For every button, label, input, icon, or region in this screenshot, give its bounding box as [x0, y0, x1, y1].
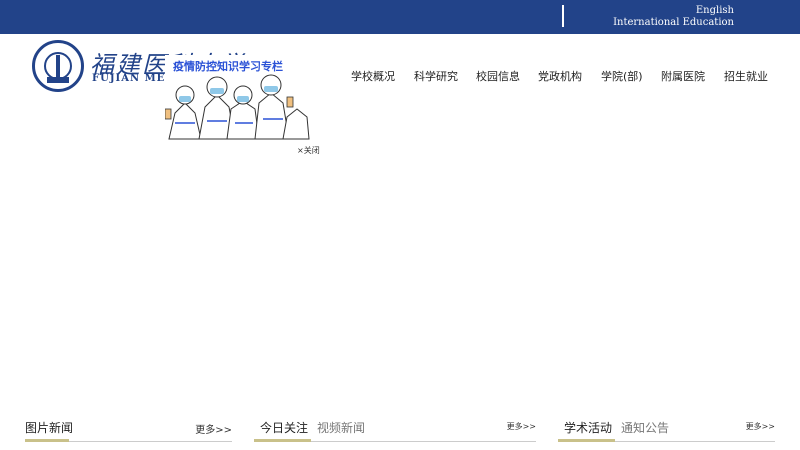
medical-workers-illustration — [165, 74, 310, 140]
section-photo-news: 图片新闻 更多>> — [25, 418, 232, 442]
active-tab-indicator — [558, 439, 615, 442]
section-academic-activities: 学术活动 通知公告 更多>> — [558, 418, 775, 442]
section-today-focus: 今日关注 视频新闻 更多>> — [254, 418, 536, 442]
university-name-en[interactable]: FUJIAN ME — [92, 73, 165, 84]
more-link[interactable]: 更多>> — [195, 421, 232, 436]
top-bar: English International Education — [0, 0, 800, 34]
nav-item-hospitals[interactable]: 附属医院 — [661, 68, 705, 84]
tab-today-focus[interactable]: 今日关注 — [260, 419, 308, 436]
tab-video-news[interactable]: 视频新闻 — [317, 419, 365, 436]
more-link[interactable]: 更多>> — [507, 421, 536, 432]
epidemic-ad-banner[interactable]: 疫情防控知识学习专栏 — [165, 55, 310, 143]
ad-title: 疫情防控知识学习专栏 — [173, 60, 283, 73]
nav-item-admissions[interactable]: 招生就业 — [724, 68, 768, 84]
international-education-link[interactable]: International Education — [600, 17, 734, 29]
nav-item-research[interactable]: 科学研究 — [414, 68, 458, 84]
tab-photo-news[interactable]: 图片新闻 — [25, 419, 73, 436]
more-link[interactable]: 更多>> — [746, 421, 775, 432]
english-link[interactable]: English — [640, 5, 734, 17]
tab-academic-activities[interactable]: 学术活动 — [564, 419, 612, 436]
top-bar-divider — [562, 5, 564, 27]
ad-close-button[interactable]: ×关闭 — [297, 145, 320, 156]
university-seal-logo[interactable] — [32, 40, 84, 92]
nav-item-administration[interactable]: 党政机构 — [538, 68, 582, 84]
tab-notices[interactable]: 通知公告 — [621, 419, 669, 436]
active-tab-indicator — [25, 439, 69, 442]
nav-item-campus-info[interactable]: 校园信息 — [476, 68, 520, 84]
active-tab-indicator — [254, 439, 311, 442]
nav-item-schools[interactable]: 学院(部) — [601, 68, 643, 84]
nav-item-overview[interactable]: 学校概况 — [351, 68, 395, 84]
